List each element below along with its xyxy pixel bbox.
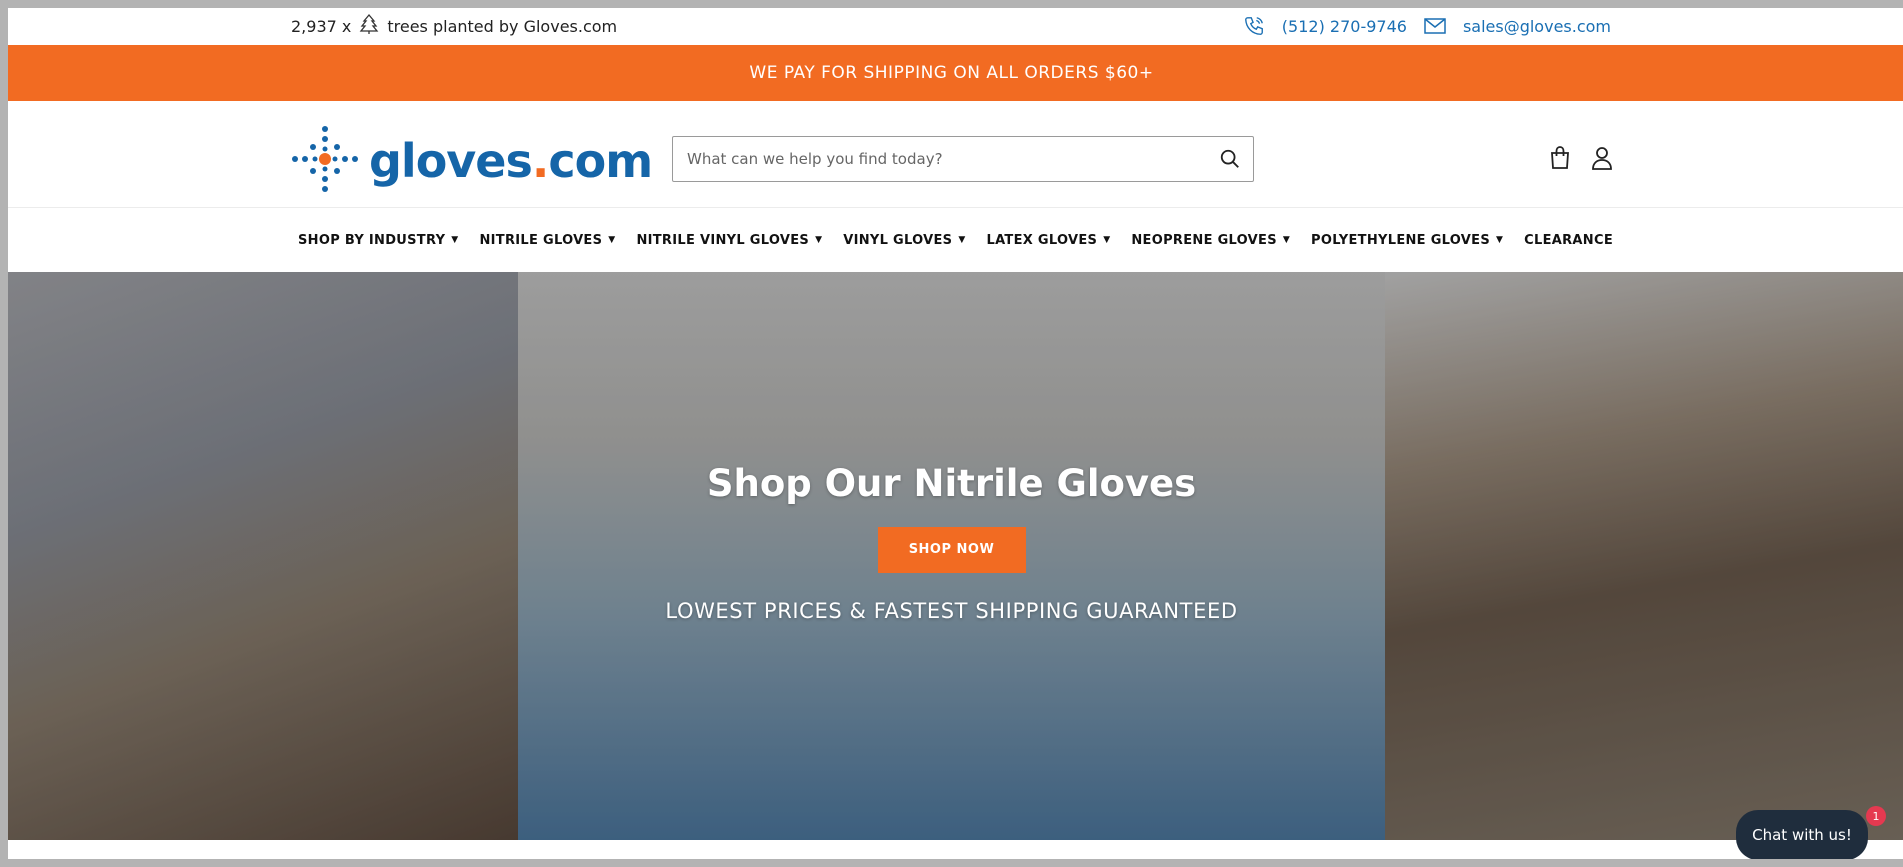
chat-button[interactable]: Chat with us! — [1736, 810, 1868, 859]
main-nav: SHOP BY INDUSTRY ▼ NITRILE GLOVES ▼ NITRIL… — [8, 208, 1903, 272]
nav-item-nitrile-vinyl-gloves[interactable]: NITRILE VINYL GLOVES ▼ — [636, 233, 822, 248]
logo-text-tld: com — [548, 134, 653, 188]
chevron-down-icon: ▼ — [958, 235, 966, 245]
chat-notification-badge: 1 — [1866, 806, 1886, 826]
page: 2,937 x trees planted by Gloves.com (512… — [8, 8, 1903, 859]
hero-title: Shop Our Nitrile Gloves — [706, 462, 1197, 505]
logo-dots-icon — [291, 125, 359, 197]
nav-items: SHOP BY INDUSTRY ▼ NITRILE GLOVES ▼ NITRIL… — [298, 208, 1613, 272]
cart-icon[interactable] — [1548, 145, 1572, 171]
announcement-text: WE PAY FOR SHIPPING ON ALL ORDERS $60+ — [749, 63, 1154, 83]
phone-link[interactable]: (512) 270-9746 — [1282, 17, 1407, 36]
hero-content: Shop Our Nitrile Gloves SHOP NOW LOWEST … — [8, 462, 1903, 623]
email-link[interactable]: sales@gloves.com — [1463, 17, 1611, 36]
nav-item-vinyl-gloves[interactable]: VINYL GLOVES ▼ — [843, 233, 965, 248]
hero-subtitle: LOWEST PRICES & FASTEST SHIPPING GUARANT… — [665, 599, 1238, 623]
tree-icon — [357, 12, 381, 40]
account-icon[interactable] — [1590, 145, 1614, 171]
nav-item-shop-by-industry[interactable]: SHOP BY INDUSTRY ▼ — [298, 233, 459, 248]
nav-item-polyethylene-gloves[interactable]: POLYETHYLENE GLOVES ▼ — [1311, 233, 1503, 248]
shop-now-button[interactable]: SHOP NOW — [877, 527, 1026, 573]
trees-planted: 2,937 x trees planted by Gloves.com — [291, 12, 618, 40]
chevron-down-icon: ▼ — [1282, 235, 1291, 245]
chevron-down-icon: ▼ — [451, 235, 459, 245]
nav-item-label: LATEX GLOVES — [986, 232, 1098, 248]
search-input[interactable] — [673, 137, 1207, 181]
search-bar — [672, 136, 1254, 182]
chevron-down-icon: ▼ — [1496, 235, 1504, 245]
nav-item-label: NITRILE GLOVES — [479, 232, 603, 248]
logo-text-dot: . — [531, 134, 550, 188]
nav-item-latex-gloves[interactable]: LATEX GLOVES ▼ — [986, 233, 1110, 248]
site-header: gloves.com — [8, 101, 1903, 208]
nav-item-label: CLEARANCE — [1524, 232, 1613, 248]
search-button[interactable] — [1207, 137, 1253, 181]
chat-label: Chat with us! — [1752, 826, 1852, 844]
hero-banner: Shop Our Nitrile Gloves SHOP NOW LOWEST … — [8, 272, 1903, 840]
nav-item-label: VINYL GLOVES — [843, 232, 953, 248]
nav-item-clearance[interactable]: CLEARANCE — [1524, 233, 1613, 248]
logo-text-main: gloves — [369, 134, 533, 188]
chevron-down-icon: ▼ — [608, 235, 616, 245]
announcement-bar: WE PAY FOR SHIPPING ON ALL ORDERS $60+ — [8, 45, 1903, 101]
search-icon — [1220, 149, 1239, 168]
trees-count: 2,937 x — [291, 16, 352, 36]
header-icons — [1548, 145, 1614, 171]
nav-item-label: SHOP BY INDUSTRY — [298, 232, 446, 248]
nav-item-label: NITRILE VINYL GLOVES — [636, 232, 810, 248]
nav-item-label: POLYETHYLENE GLOVES — [1311, 232, 1490, 248]
nav-item-nitrile-gloves[interactable]: NITRILE GLOVES ▼ — [479, 233, 615, 248]
mail-icon — [1423, 15, 1447, 37]
utility-bar: 2,937 x trees planted by Gloves.com (512… — [8, 8, 1903, 45]
trees-text: trees planted by Gloves.com — [387, 16, 618, 36]
phone-icon — [1242, 15, 1266, 37]
chevron-down-icon: ▼ — [815, 235, 823, 245]
contact-info: (512) 270-9746 sales@gloves.com — [1242, 14, 1611, 38]
nav-item-label: NEOPRENE GLOVES — [1131, 232, 1277, 248]
nav-item-neoprene-gloves[interactable]: NEOPRENE GLOVES ▼ — [1131, 233, 1290, 248]
chevron-down-icon: ▼ — [1103, 235, 1111, 245]
logo-text: gloves.com — [369, 134, 653, 188]
logo[interactable]: gloves.com — [291, 125, 653, 197]
